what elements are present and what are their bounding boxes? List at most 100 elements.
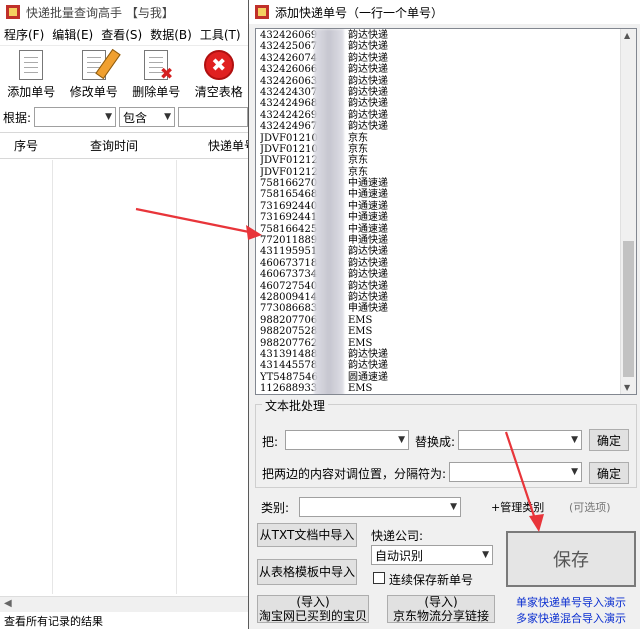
tracking-carrier: 韵达快递 [348,75,388,87]
chevron-down-icon: ▼ [482,550,489,560]
add-numbers-dialog: 添加快递单号（一行一个单号） 432426069 韵达快递 432425067 韵达快… [248,0,640,629]
demo-single-link[interactable]: 单家快递单号导入演示 [516,594,626,610]
tracking-carrier: EMS [348,326,373,338]
tracking-carrier: 中通速递 [348,223,388,235]
replace-to-select[interactable]: ▼ [458,430,582,450]
delete-number-button[interactable]: 删除单号 [125,47,188,103]
chevron-down-icon: ▼ [105,112,113,122]
tracking-carrier: 韵达快递 [348,86,388,98]
menu-program[interactable]: 程序(F) [0,26,48,43]
optional-hint: (可选项) [569,501,611,514]
import-jd-button[interactable]: (导入) 京东物流分享链接 [387,595,495,623]
tracking-carrier: 中通速递 [348,395,388,396]
main-title: 快递批量查询高手 【与我】 [26,5,174,20]
grid-body[interactable] [0,160,250,594]
main-menu-bar: 程序(F) 编辑(E) 查看(S) 数据(B) 工具(T) 公告 [0,24,273,46]
continuous-save-checkbox[interactable] [373,572,385,584]
tracking-carrier: 韵达快递 [348,30,388,41]
filter-bar: 根据: ▼ 包含 ▼ [0,104,250,130]
demo-multi-link[interactable]: 多家快递混合导入演示 [516,610,626,626]
replace-confirm-button[interactable]: 确定 [589,429,629,451]
category-label: 类别: [261,501,290,515]
tracking-carrier: 韵达快递 [348,257,388,269]
category-select[interactable]: ▼ [299,497,461,517]
scroll-up-icon[interactable]: ▲ [624,31,630,40]
grid-divider [52,160,53,594]
scroll-thumb[interactable] [623,241,634,377]
tracking-carrier: 京东 [348,166,368,178]
clear-table-button[interactable]: ✖ 清空表格 [188,47,251,103]
tracking-line: 754743299中通速递 [260,395,620,396]
tracking-carrier: 韵达快递 [348,64,388,76]
menu-tools[interactable]: 工具(T) [196,26,245,43]
document-add-icon [19,50,44,80]
document-edit-icon [81,50,106,80]
swap-confirm-button[interactable]: 确定 [589,462,629,484]
tracking-carrier: 中通速递 [348,200,388,212]
document-delete-icon [144,50,173,83]
app-icon [255,5,269,19]
menu-data[interactable]: 数据(B) [146,26,196,43]
menu-edit[interactable]: 编辑(E) [48,26,97,43]
horizontal-scrollbar[interactable]: ◀ [0,596,250,612]
vertical-scrollbar[interactable]: ▲ ▼ [620,29,636,394]
scroll-left-icon[interactable]: ◀ [4,598,12,609]
tracking-numbers-textarea[interactable]: 432426069 韵达快递 432425067 韵达快递 432426074 韵达快递 4… [255,28,637,395]
tracking-carrier: 韵达快递 [348,121,388,133]
edit-number-button[interactable]: 修改单号 [63,47,126,103]
tracking-carrier: 京东 [348,143,368,155]
filter-label: 根据: [3,110,32,125]
col-index[interactable]: 序号 [14,137,38,154]
app-icon [6,5,20,19]
tracking-carrier: 申通快递 [348,303,388,315]
tracking-carrier: 韵达快递 [348,269,388,281]
courier-select[interactable]: 自动识别 ▼ [371,545,493,565]
col-query-time[interactable]: 查询时间 [90,137,138,154]
import-taobao-button[interactable]: (导入) 淘宝网已买到的宝贝 [257,595,369,623]
text-batch-caption: 文本批处理 [262,397,329,414]
tracking-number: 754743299 [260,395,348,396]
dialog-title-bar: 添加快递单号（一行一个单号） [249,0,640,24]
filter-field-select[interactable]: ▼ [34,107,117,127]
chevron-down-icon: ▼ [398,435,405,445]
tracking-carrier: 韵达快递 [348,360,388,372]
tracking-carrier: 中通速递 [348,212,388,224]
tracking-carrier: EMS [348,383,373,395]
tracking-carrier: 中通速递 [348,178,388,190]
tracking-carrier: 京东 [348,155,368,167]
manage-category-link[interactable]: +管理类别 [491,499,544,515]
tracking-carrier: 圆通速递 [348,371,388,383]
chevron-down-icon: ▼ [164,112,172,122]
continuous-save-label: 连续保存新单号 [389,573,474,587]
text-batch-group: 文本批处理 把: ▼ 替换成: ▼ 确定 把两边的内容对调位置，分隔符为: ▼ … [255,397,637,488]
tracking-carrier: 韵达快递 [348,41,388,53]
swap-label: 把两边的内容对调位置，分隔符为: [262,467,447,481]
filter-mode-select[interactable]: 包含 ▼ [119,107,176,127]
chevron-down-icon: ▼ [450,502,457,512]
filter-input[interactable] [178,107,249,127]
chevron-down-icon: ▼ [571,435,578,445]
grid-divider [176,160,177,594]
separator-select[interactable]: ▼ [449,462,582,482]
tracking-carrier: 中通速递 [348,189,388,201]
replace-from-select[interactable]: ▼ [285,430,409,450]
tracking-carrier: 韵达快递 [348,52,388,64]
tracking-carrier: 韵达快递 [348,109,388,121]
tracking-carrier: 京东 [348,132,368,144]
import-txt-button[interactable]: 从TXT文档中导入 [257,523,357,547]
dialog-title: 添加快递单号（一行一个单号） [275,5,444,20]
tracking-carrier: 韵达快递 [348,348,388,360]
scroll-down-icon[interactable]: ▼ [624,383,630,392]
add-number-button[interactable]: 添加单号 [0,47,63,103]
chevron-down-icon: ▼ [571,467,578,477]
tracking-carrier: EMS [348,337,373,349]
grid-header: 序号 查询时间 快递单号 [0,132,256,159]
tracking-carrier: 申通快递 [348,235,388,247]
menu-view[interactable]: 查看(S) [97,26,146,43]
replace-with-label: 替换成: [415,435,456,449]
import-template-button[interactable]: 从表格模板中导入 [257,559,357,585]
clear-icon: ✖ [203,50,234,80]
tracking-carrier: 韵达快递 [348,246,388,258]
save-button[interactable]: 保存 [506,531,636,587]
main-toolbar: 添加单号 修改单号 删除单号 ✖ 清空表格 [0,47,250,103]
